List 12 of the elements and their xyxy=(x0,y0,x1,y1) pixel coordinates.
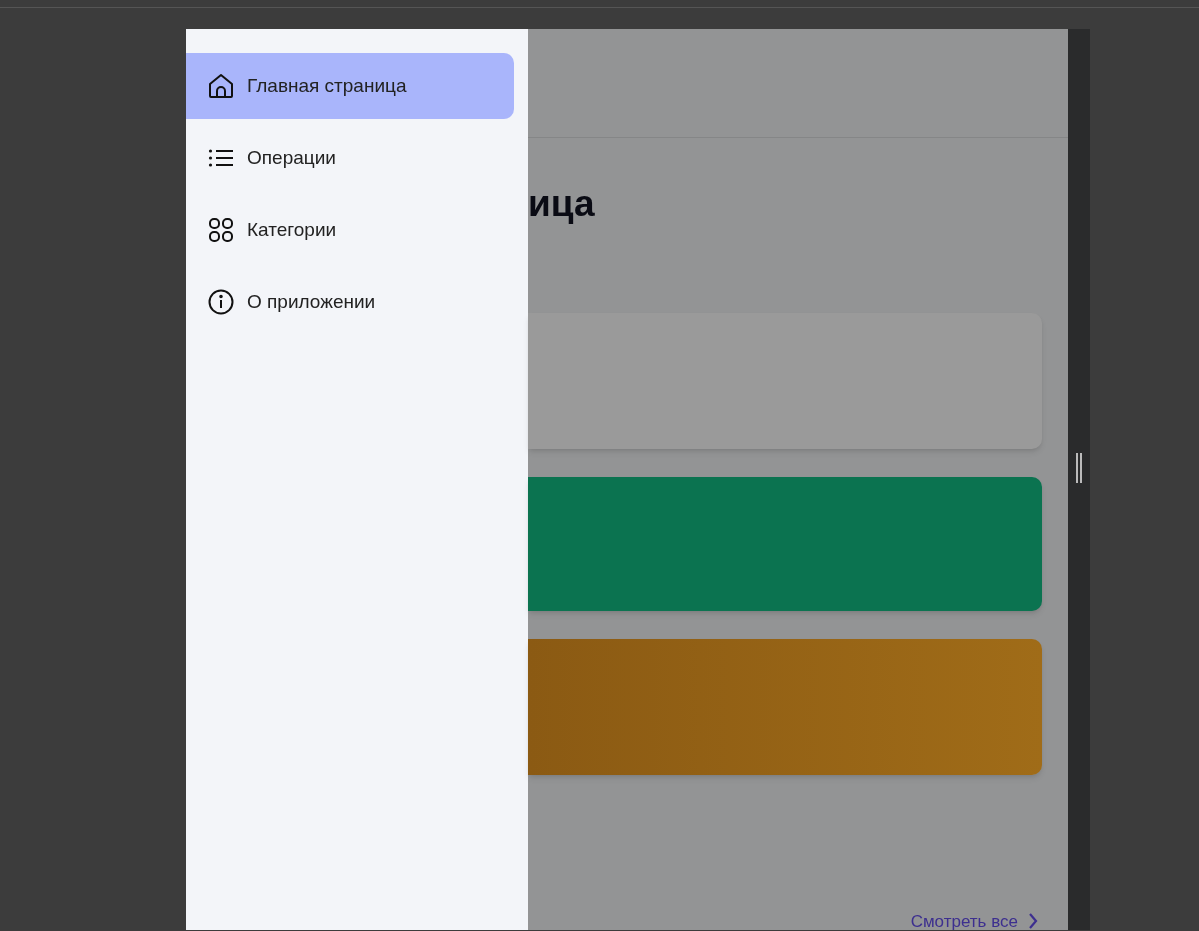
drag-handle-icon[interactable] xyxy=(1075,452,1083,483)
info-icon xyxy=(208,289,234,315)
page-heading: ица xyxy=(528,182,596,226)
drawer-item[interactable]: Операции xyxy=(186,125,514,191)
home-icon xyxy=(208,73,234,99)
grid-icon xyxy=(208,217,234,243)
see-all-link[interactable]: Смотреть все xyxy=(910,908,1038,931)
drawer-item[interactable]: Главная страница xyxy=(186,53,514,119)
drawer-item[interactable]: О приложении xyxy=(186,269,514,335)
list-icon xyxy=(208,148,234,168)
chevron-right-icon xyxy=(1028,913,1038,930)
drawer-item[interactable]: Категории xyxy=(186,197,514,263)
